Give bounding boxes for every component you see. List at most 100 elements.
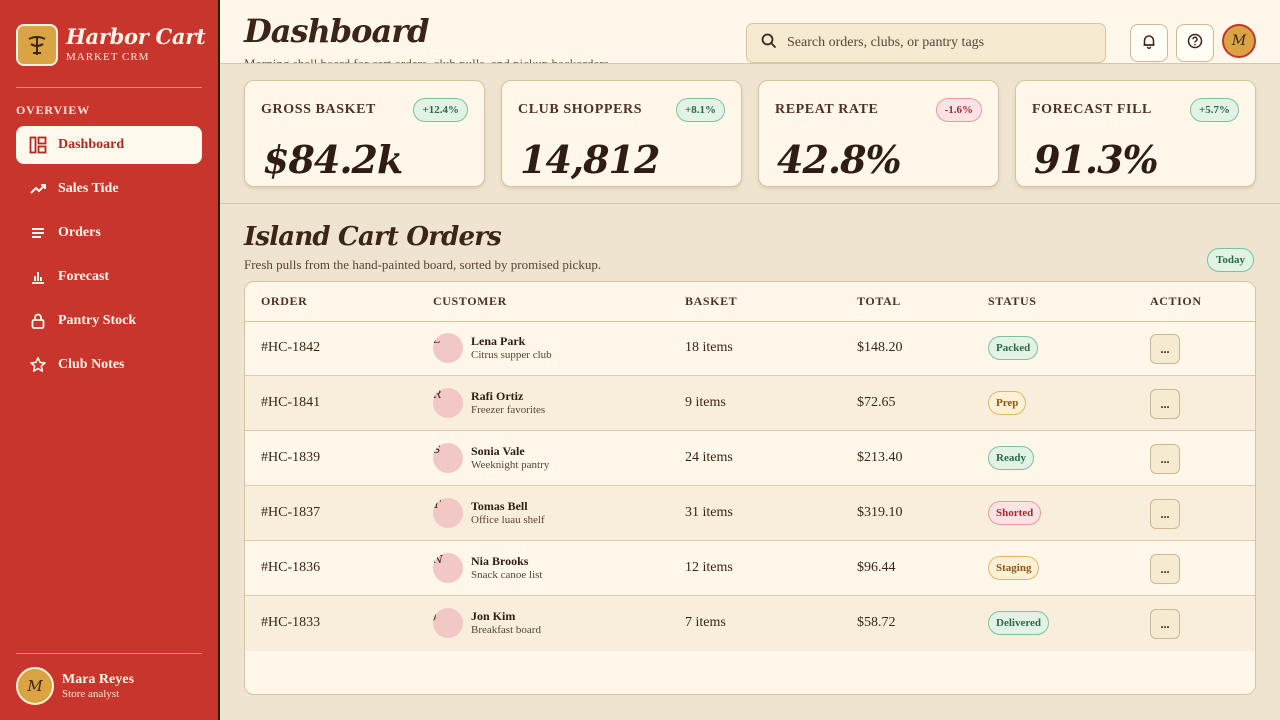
user-profile[interactable]: M Mara Reyes Store analyst [16,667,134,705]
bell-icon [1141,33,1157,53]
basket-count: 9 items [685,395,726,410]
basket-count: 31 items [685,505,733,520]
avatar: R [433,388,463,418]
kpi-value: $84.2k [263,137,403,182]
status-badge: Ready [988,446,1034,470]
sidebar-item-orders[interactable]: Orders [16,214,202,252]
customer-name: Rafi Ortiz [471,389,524,403]
column-header-basket[interactable]: BASKET [685,294,737,309]
dashboard-icon [28,135,48,155]
section-divider [220,203,1280,204]
customer-note: Weeknight pantry [471,459,550,471]
basket-count: 7 items [685,615,726,630]
table-row[interactable]: #HC-1841 R Rafi Ortiz Freezer favorites … [245,376,1255,431]
nav-section-label: OVERVIEW [16,103,90,117]
notifications-button[interactable] [1130,24,1168,62]
list-icon [28,223,48,243]
kpi-value: 42.8% [777,137,902,182]
sidebar-item-dashboard[interactable]: Dashboard [16,126,202,164]
trend-icon [28,179,48,199]
avatar: S [433,443,463,473]
kpi-card-gross-basket: GROSS BASKET +12.4% $84.2k [244,80,485,187]
kpi-label: CLUB SHOPPERS [518,102,643,117]
kpi-card-forecast-fill: FORECAST FILL +5.7% 91.3% [1015,80,1256,187]
help-icon [1187,33,1203,53]
sidebar-item-label: Forecast [58,269,110,284]
kpi-label: FORECAST FILL [1032,102,1152,117]
row-actions-button[interactable]: ... [1150,389,1180,419]
sidebar-item-label: Orders [58,225,101,240]
page-title: Dashboard [244,12,429,50]
search-input[interactable] [787,35,1087,51]
date-filter-pill[interactable]: Today [1207,248,1254,272]
column-header-total[interactable]: TOTAL [857,294,901,309]
sidebar-item-label: Pantry Stock [58,313,137,328]
sidebar-item-forecast[interactable]: Forecast [16,258,202,296]
search-icon [761,33,777,53]
sidebar-item-pantry-stock[interactable]: Pantry Stock [16,302,202,340]
status-badge: Shorted [988,501,1042,525]
avatar: J [433,608,463,638]
search-bar[interactable] [746,23,1106,63]
customer-name: Sonia Vale [471,444,525,458]
table-row[interactable]: #HC-1836 N Nia Brooks Snack canoe list 1… [245,541,1255,596]
column-header-customer[interactable]: CUSTOMER [433,294,507,309]
row-actions-button[interactable]: ... [1150,554,1180,584]
basket-count: 24 items [685,450,733,465]
row-actions-button[interactable]: ... [1150,334,1180,364]
customer-note: Breakfast board [471,624,541,636]
row-actions-button[interactable]: ... [1150,444,1180,474]
order-id[interactable]: #HC-1833 [261,615,320,631]
bar-chart-icon [28,267,48,287]
basket-count: 18 items [685,340,733,355]
kpi-delta-badge: -1.6% [935,98,982,122]
kpi-label: REPEAT RATE [775,102,879,117]
table-row[interactable]: #HC-1842 L Lena Park Citrus supper club … [245,321,1255,376]
status-badge: Delivered [988,611,1050,635]
order-total: $213.40 [857,450,903,465]
order-total: $72.65 [857,395,896,410]
sidebar-item-club-notes[interactable]: Club Notes [16,346,202,384]
basket-count: 12 items [685,560,733,575]
avatar[interactable]: M [1222,24,1256,58]
kpi-delta-badge: +8.1% [675,98,725,122]
status-badge: Packed [988,336,1039,360]
column-header-order[interactable]: ORDER [261,294,307,309]
row-actions-button[interactable]: ... [1150,609,1180,639]
table-row[interactable]: #HC-1839 S Sonia Vale Weeknight pantry 2… [245,431,1255,486]
order-id[interactable]: #HC-1842 [261,340,320,356]
orders-title: Island Cart Orders [244,222,502,252]
row-actions-button[interactable]: ... [1150,499,1180,529]
orders-table: ORDER CUSTOMER BASKET TOTAL STATUS ACTIO… [244,281,1256,695]
order-total: $319.10 [857,505,903,520]
help-button[interactable] [1176,24,1214,62]
order-id[interactable]: #HC-1837 [261,505,320,521]
status-badge: Staging [988,556,1040,580]
avatar: N [433,553,463,583]
sidebar-item-sales-tide[interactable]: Sales Tide [16,170,202,208]
kpi-card-repeat-rate: REPEAT RATE -1.6% 42.8% [758,80,999,187]
customer-note: Freezer favorites [471,404,546,416]
kpi-value: 14,812 [520,137,660,182]
column-header-status[interactable]: STATUS [988,294,1037,309]
status-badge: Prep [988,391,1027,415]
user-name: Mara Reyes [62,672,134,687]
table-row[interactable]: #HC-1837 T Tomas Bell Office luau shelf … [245,486,1255,541]
brand[interactable]: Harbor Cart MARKET CRM [16,24,206,66]
customer-note: Citrus supper club [471,349,552,361]
avatar: T [433,498,463,528]
customer-note: Office luau shelf [471,514,545,526]
order-id[interactable]: #HC-1841 [261,395,320,411]
brand-subtitle: MARKET CRM [66,51,150,63]
customer-name: Lena Park [471,334,526,348]
order-id[interactable]: #HC-1839 [261,450,320,466]
table-header: ORDER CUSTOMER BASKET TOTAL STATUS ACTIO… [245,282,1255,322]
kpi-delta-badge: +12.4% [413,98,468,122]
kpi-label: GROSS BASKET [261,102,376,117]
user-role: Store analyst [62,688,120,700]
order-id[interactable]: #HC-1836 [261,560,320,576]
order-total: $58.72 [857,615,896,630]
sidebar-divider [16,653,202,654]
avatar: M [16,667,54,705]
table-row[interactable]: #HC-1833 J Jon Kim Breakfast board 7 ite… [245,596,1255,651]
